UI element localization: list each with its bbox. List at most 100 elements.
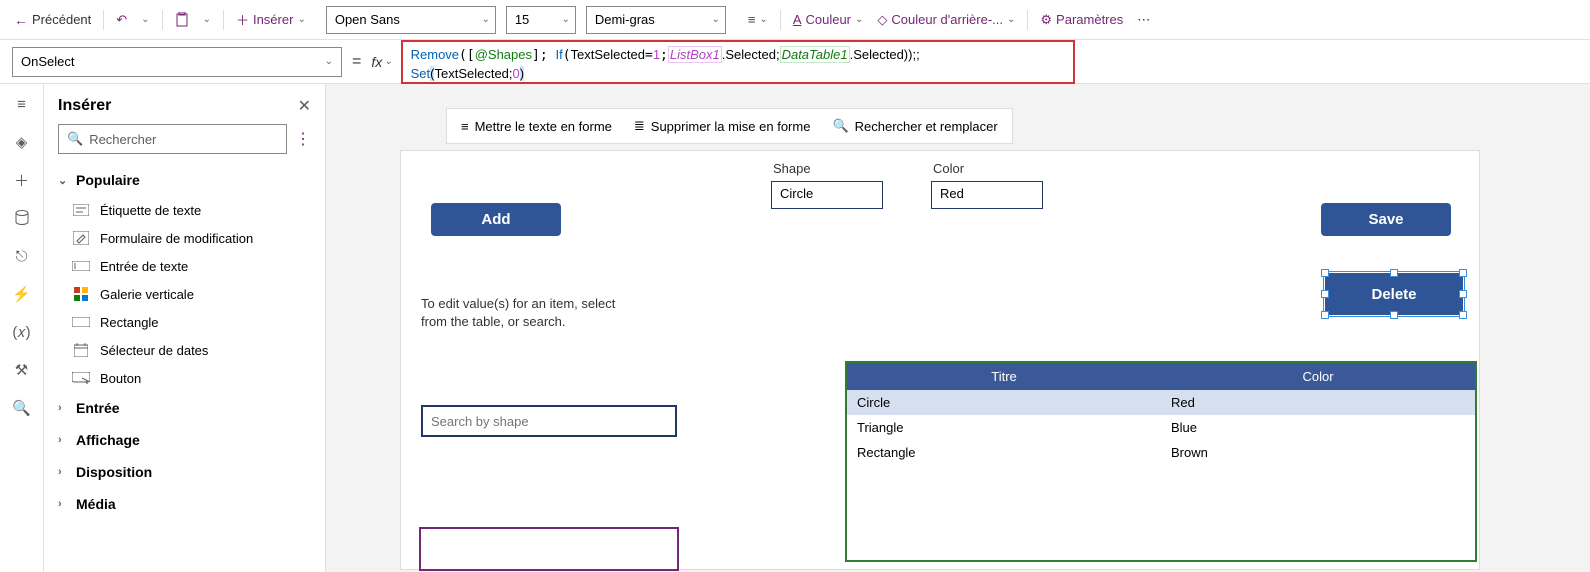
font-name-input[interactable] <box>326 6 496 34</box>
font-size-input[interactable] <box>506 6 576 34</box>
tok-dt: DataTable1 <box>780 46 850 63</box>
cell-color: Red <box>1161 390 1475 415</box>
button-icon <box>72 370 90 386</box>
font-color-button[interactable]: A Couleur ⌄ <box>787 8 870 31</box>
media-icon[interactable]: ⎋ <box>12 246 32 266</box>
back-button[interactable]: ← Précédent <box>8 8 97 32</box>
add-button[interactable]: Add <box>431 203 561 236</box>
data-icon[interactable] <box>12 208 32 228</box>
power-automate-icon[interactable]: ⚡ <box>12 284 32 304</box>
search-icon[interactable]: 🔍 <box>12 398 32 418</box>
item-button[interactable]: Bouton <box>44 364 325 392</box>
font-weight-select[interactable]: ⌄ <box>586 6 726 34</box>
resize-handle[interactable] <box>1459 290 1467 298</box>
tree-view-icon[interactable]: ≡ <box>12 94 32 114</box>
insert-panel: Insérer ✕ 🔍 Rechercher ⋮ ⌄ Populaire Éti… <box>44 84 326 572</box>
property-selector[interactable]: OnSelect ⌄ <box>12 47 342 77</box>
chevron-right-icon: › <box>58 466 68 478</box>
gear-icon: ⚙ <box>1040 12 1052 28</box>
variables-icon[interactable]: (𝑥) <box>12 322 32 342</box>
paste-button[interactable] <box>169 8 195 32</box>
insert-search-input[interactable]: 🔍 Rechercher <box>58 124 287 154</box>
settings-label: Paramètres <box>1056 12 1123 27</box>
save-button[interactable]: Save <box>1321 203 1451 236</box>
category-layout[interactable]: ›Disposition <box>44 456 325 488</box>
delete-button-selected[interactable]: Delete <box>1325 273 1463 315</box>
item-rectangle[interactable]: Rectangle <box>44 308 325 336</box>
resize-handle[interactable] <box>1459 269 1467 277</box>
item-label: Formulaire de modification <box>100 231 253 246</box>
equals-sign: = <box>352 53 361 71</box>
table-row[interactable]: Rectangle Brown <box>847 440 1475 465</box>
layers-icon[interactable]: ◈ <box>12 132 32 152</box>
back-label: Précédent <box>32 12 91 27</box>
undo-dropdown[interactable]: ⌄ <box>135 10 155 29</box>
fx-button[interactable]: fx⌄ <box>371 54 392 70</box>
paste-dropdown[interactable]: ⌄ <box>197 10 217 29</box>
format-text-button[interactable]: ≡Mettre le texte en forme <box>461 119 612 134</box>
chevron-right-icon: › <box>58 402 68 414</box>
search-shape-input[interactable] <box>421 405 677 437</box>
color-label: Couleur <box>805 12 851 27</box>
insert-icon[interactable]: ＋ <box>12 170 32 190</box>
canvas-area: ≡Mettre le texte en forme ≣Supprimer la … <box>326 84 1590 572</box>
helper-text: To edit value(s) for an item, select fro… <box>421 295 641 331</box>
resize-handle[interactable] <box>1321 311 1329 319</box>
col-color: Color <box>1161 363 1475 390</box>
left-rail: ≡ ◈ ＋ ⎋ ⚡ (𝑥) ⚒ 🔍 <box>0 84 44 572</box>
separator <box>223 10 224 30</box>
clear-format-button[interactable]: ≣Supprimer la mise en forme <box>634 118 811 134</box>
align-button[interactable]: ≡ ⌄ <box>742 8 774 31</box>
cell-title: Rectangle <box>847 440 1161 465</box>
delete-button[interactable]: Delete <box>1325 273 1463 315</box>
item-text-label[interactable]: Étiquette de texte <box>44 196 325 224</box>
category-display[interactable]: ›Affichage <box>44 424 325 456</box>
calendar-icon <box>72 342 90 358</box>
separator <box>162 10 163 30</box>
formula-bar[interactable]: Remove([@Shapes]; If(TextSelected=1;List… <box>401 40 1075 84</box>
category-media[interactable]: ›Média <box>44 488 325 520</box>
resize-handle[interactable] <box>1459 311 1467 319</box>
insert-button[interactable]: ＋ Insérer ⌄ <box>230 6 312 33</box>
font-size-select[interactable]: ⌄ <box>506 6 576 34</box>
shape-input[interactable]: Circle <box>771 181 883 209</box>
color-input[interactable]: Red <box>931 181 1043 209</box>
item-gallery[interactable]: Galerie verticale <box>44 280 325 308</box>
resize-handle[interactable] <box>1321 269 1329 277</box>
item-edit-form[interactable]: Formulaire de modification <box>44 224 325 252</box>
advanced-tools-icon[interactable]: ⚒ <box>12 360 32 380</box>
tok-if: If <box>555 47 562 62</box>
resize-handle[interactable] <box>1390 311 1398 319</box>
resize-handle[interactable] <box>1390 269 1398 277</box>
main-area: ≡ ◈ ＋ ⎋ ⚡ (𝑥) ⚒ 🔍 Insérer ✕ 🔍 Rechercher… <box>0 84 1590 572</box>
category-input[interactable]: ›Entrée <box>44 392 325 424</box>
table-row[interactable]: Triangle Blue <box>847 415 1475 440</box>
listbox[interactable] <box>419 527 679 571</box>
find-replace-button[interactable]: 🔍Rechercher et remplacer <box>832 118 997 134</box>
back-arrow-icon: ← <box>14 12 28 28</box>
panel-more-icon[interactable]: ⋮ <box>295 129 311 149</box>
format-label: Mettre le texte en forme <box>475 119 612 134</box>
overflow-button[interactable]: ⋯ <box>1131 8 1156 32</box>
settings-button[interactable]: ⚙ Paramètres <box>1034 8 1129 32</box>
app-canvas[interactable]: Add Save Shape Color Circle Red Delete T… <box>400 150 1480 570</box>
resize-handle[interactable] <box>1321 290 1329 298</box>
font-weight-input[interactable] <box>586 6 726 34</box>
item-datepicker[interactable]: Sélecteur de dates <box>44 336 325 364</box>
tok-0: 0 <box>513 66 520 81</box>
cat-media-label: Média <box>76 496 116 512</box>
gallery-icon <box>72 286 90 302</box>
data-table[interactable]: Titre Color Circle Red Triangle Blue Rec… <box>845 361 1477 562</box>
item-text-input[interactable]: Entrée de texte <box>44 252 325 280</box>
font-name-select[interactable]: ⌄ <box>326 6 496 34</box>
undo-button[interactable]: ↶ <box>110 8 133 32</box>
close-icon[interactable]: ✕ <box>298 96 311 116</box>
text-label-icon <box>72 202 90 218</box>
tok-remove: Remove <box>411 47 459 62</box>
chevron-down-icon: ⌄ <box>325 56 333 67</box>
color-label: Color <box>933 161 964 176</box>
category-popular[interactable]: ⌄ Populaire <box>44 164 325 196</box>
table-row[interactable]: Circle Red <box>847 390 1475 415</box>
cell-title: Triangle <box>847 415 1161 440</box>
bg-color-button[interactable]: ◇ Couleur d'arrière-... ⌄ <box>871 8 1021 32</box>
